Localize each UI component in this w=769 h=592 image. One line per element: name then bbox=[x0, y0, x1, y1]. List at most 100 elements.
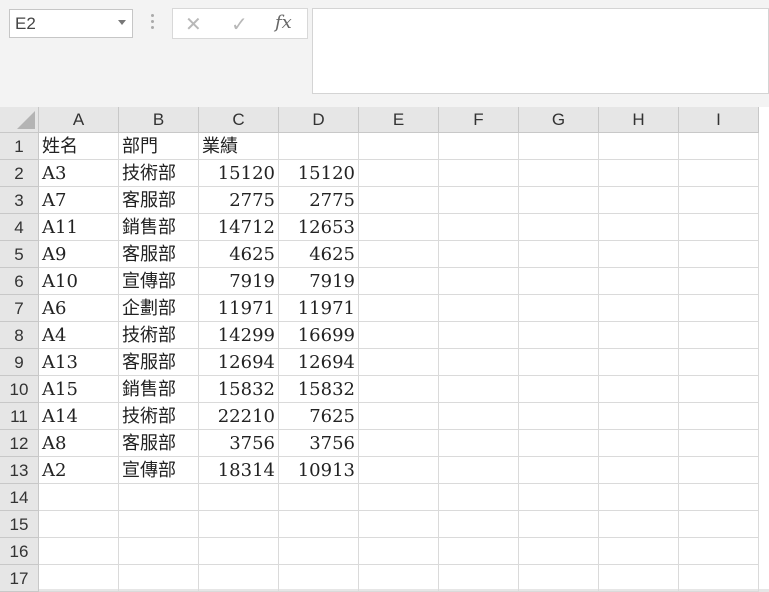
cell-i16[interactable] bbox=[679, 538, 759, 565]
cell-b10[interactable]: 銷售部 bbox=[119, 376, 199, 403]
cell-a8[interactable]: A4 bbox=[39, 322, 119, 349]
cell-i4[interactable] bbox=[679, 214, 759, 241]
cell-g5[interactable] bbox=[519, 241, 599, 268]
cell-f14[interactable] bbox=[439, 484, 519, 511]
row-header-5[interactable]: 5 bbox=[0, 241, 39, 268]
cell-d12[interactable]: 3756 bbox=[279, 430, 359, 457]
cell-g11[interactable] bbox=[519, 403, 599, 430]
cell-i2[interactable] bbox=[679, 160, 759, 187]
cell-b17[interactable] bbox=[119, 565, 199, 592]
cell-f4[interactable] bbox=[439, 214, 519, 241]
cell-g17[interactable] bbox=[519, 565, 599, 592]
cell-f1[interactable] bbox=[439, 133, 519, 160]
cell-d5[interactable]: 4625 bbox=[279, 241, 359, 268]
cell-a17[interactable] bbox=[39, 565, 119, 592]
cell-e8[interactable] bbox=[359, 322, 439, 349]
cell-d9[interactable]: 12694 bbox=[279, 349, 359, 376]
cell-e1[interactable] bbox=[359, 133, 439, 160]
row-header-1[interactable]: 1 bbox=[0, 133, 39, 160]
cell-g12[interactable] bbox=[519, 430, 599, 457]
cell-d2[interactable]: 15120 bbox=[279, 160, 359, 187]
row-header-12[interactable]: 12 bbox=[0, 430, 39, 457]
column-header-e[interactable]: E bbox=[359, 107, 439, 133]
cell-g10[interactable] bbox=[519, 376, 599, 403]
cell-a16[interactable] bbox=[39, 538, 119, 565]
cell-b7[interactable]: 企劃部 bbox=[119, 295, 199, 322]
cell-i15[interactable] bbox=[679, 511, 759, 538]
cell-h3[interactable] bbox=[599, 187, 679, 214]
cell-e3[interactable] bbox=[359, 187, 439, 214]
cell-h8[interactable] bbox=[599, 322, 679, 349]
cell-g8[interactable] bbox=[519, 322, 599, 349]
cell-a4[interactable]: A11 bbox=[39, 214, 119, 241]
cell-d11[interactable]: 7625 bbox=[279, 403, 359, 430]
cell-i11[interactable] bbox=[679, 403, 759, 430]
cell-b16[interactable] bbox=[119, 538, 199, 565]
cell-h9[interactable] bbox=[599, 349, 679, 376]
cell-g13[interactable] bbox=[519, 457, 599, 484]
column-header-h[interactable]: H bbox=[599, 107, 679, 133]
cell-h7[interactable] bbox=[599, 295, 679, 322]
cell-h4[interactable] bbox=[599, 214, 679, 241]
row-header-13[interactable]: 13 bbox=[0, 457, 39, 484]
cell-c7[interactable]: 11971 bbox=[199, 295, 279, 322]
cell-c9[interactable]: 12694 bbox=[199, 349, 279, 376]
cell-i3[interactable] bbox=[679, 187, 759, 214]
name-box-dropdown-icon[interactable] bbox=[118, 20, 126, 25]
column-header-f[interactable]: F bbox=[439, 107, 519, 133]
enter-icon[interactable]: ✓ bbox=[231, 12, 248, 36]
cell-a1[interactable]: 姓名 bbox=[39, 133, 119, 160]
cell-f6[interactable] bbox=[439, 268, 519, 295]
cell-c13[interactable]: 18314 bbox=[199, 457, 279, 484]
cell-a3[interactable]: A7 bbox=[39, 187, 119, 214]
cell-g14[interactable] bbox=[519, 484, 599, 511]
cell-i6[interactable] bbox=[679, 268, 759, 295]
cell-g9[interactable] bbox=[519, 349, 599, 376]
column-header-b[interactable]: B bbox=[119, 107, 199, 133]
cell-b5[interactable]: 客服部 bbox=[119, 241, 199, 268]
cell-e5[interactable] bbox=[359, 241, 439, 268]
cell-g2[interactable] bbox=[519, 160, 599, 187]
cell-d3[interactable]: 2775 bbox=[279, 187, 359, 214]
row-header-17[interactable]: 17 bbox=[0, 565, 39, 592]
cancel-icon[interactable]: ✕ bbox=[185, 12, 202, 36]
cell-e2[interactable] bbox=[359, 160, 439, 187]
cell-i13[interactable] bbox=[679, 457, 759, 484]
column-header-c[interactable]: C bbox=[199, 107, 279, 133]
cell-i10[interactable] bbox=[679, 376, 759, 403]
cell-a2[interactable]: A3 bbox=[39, 160, 119, 187]
row-header-8[interactable]: 8 bbox=[0, 322, 39, 349]
more-options-icon[interactable] bbox=[151, 14, 155, 32]
row-header-7[interactable]: 7 bbox=[0, 295, 39, 322]
cell-i1[interactable] bbox=[679, 133, 759, 160]
cell-b3[interactable]: 客服部 bbox=[119, 187, 199, 214]
cell-f10[interactable] bbox=[439, 376, 519, 403]
cell-h6[interactable] bbox=[599, 268, 679, 295]
cell-c3[interactable]: 2775 bbox=[199, 187, 279, 214]
cell-b11[interactable]: 技術部 bbox=[119, 403, 199, 430]
cell-a14[interactable] bbox=[39, 484, 119, 511]
row-header-4[interactable]: 4 bbox=[0, 214, 39, 241]
cell-f12[interactable] bbox=[439, 430, 519, 457]
cell-c14[interactable] bbox=[199, 484, 279, 511]
cell-g16[interactable] bbox=[519, 538, 599, 565]
cell-b12[interactable]: 客服部 bbox=[119, 430, 199, 457]
cell-e6[interactable] bbox=[359, 268, 439, 295]
cell-i5[interactable] bbox=[679, 241, 759, 268]
cell-h16[interactable] bbox=[599, 538, 679, 565]
cell-e7[interactable] bbox=[359, 295, 439, 322]
cell-f7[interactable] bbox=[439, 295, 519, 322]
formula-input[interactable] bbox=[312, 8, 769, 94]
cell-e12[interactable] bbox=[359, 430, 439, 457]
cell-b6[interactable]: 宣傳部 bbox=[119, 268, 199, 295]
cell-i9[interactable] bbox=[679, 349, 759, 376]
row-header-16[interactable]: 16 bbox=[0, 538, 39, 565]
cell-d4[interactable]: 12653 bbox=[279, 214, 359, 241]
cell-b13[interactable]: 宣傳部 bbox=[119, 457, 199, 484]
cell-d14[interactable] bbox=[279, 484, 359, 511]
cell-c17[interactable] bbox=[199, 565, 279, 592]
cell-e17[interactable] bbox=[359, 565, 439, 592]
cell-h11[interactable] bbox=[599, 403, 679, 430]
cell-f13[interactable] bbox=[439, 457, 519, 484]
cell-a13[interactable]: A2 bbox=[39, 457, 119, 484]
